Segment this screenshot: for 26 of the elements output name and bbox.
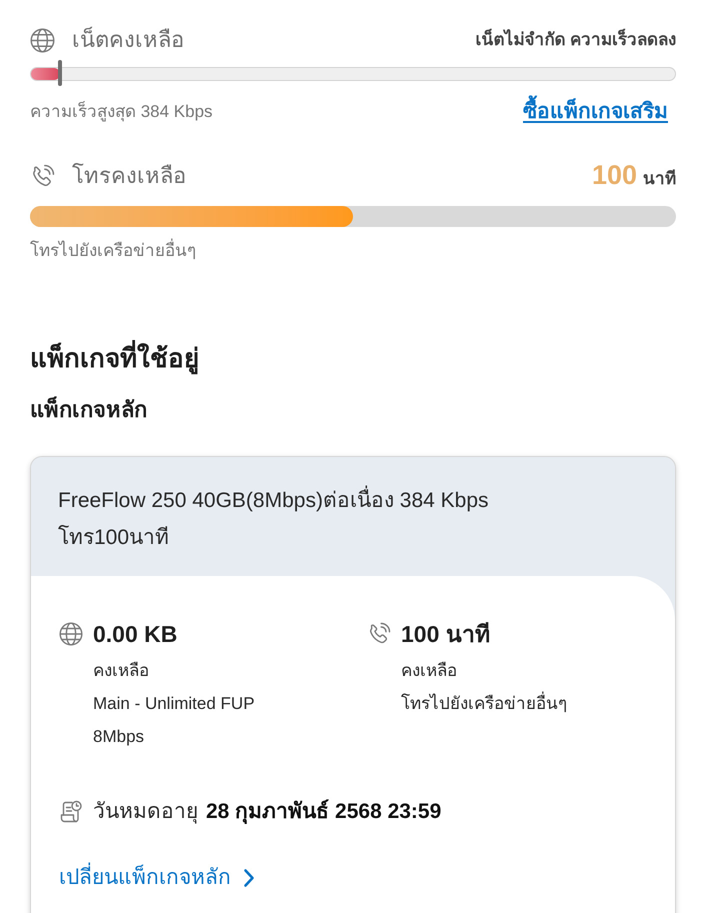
balance-caption: คงเหลือ bbox=[401, 660, 457, 682]
document-clock-icon bbox=[59, 800, 83, 824]
status-text: เน็ตไม่จำกัด ความเร็วลดลง bbox=[475, 28, 676, 52]
subsection-title: แพ็กเกจหลัก bbox=[30, 395, 147, 424]
unit-label: นาที bbox=[643, 168, 676, 190]
balance-caption: คงเหลือ bbox=[93, 660, 149, 682]
globe-icon bbox=[30, 28, 55, 52]
change-package-link[interactable]: เปลี่ยนแพ็กเกจหลัก bbox=[59, 863, 255, 893]
phone-icon bbox=[367, 622, 391, 646]
expiry-label: วันหมดอายุ bbox=[93, 799, 198, 826]
section-title: แพ็กเกจที่ใช้อยู่ bbox=[30, 340, 199, 376]
package-name: FreeFlow 250 40GB(8Mbps)ต่อเนื่อง 384 Kbps โทร100นาที bbox=[58, 482, 598, 556]
globe-icon bbox=[59, 622, 83, 646]
chevron-right-icon bbox=[243, 868, 255, 888]
phone-icon bbox=[30, 164, 55, 188]
balance-amount: 0.00 KB bbox=[93, 620, 178, 649]
balance-amount: 100 นาที bbox=[401, 620, 490, 649]
note-text: ความเร็วสูงสุด 384 Kbps bbox=[30, 100, 213, 124]
expiry-date: 28 กุมภาพันธ์ 2568 23:59 bbox=[206, 798, 442, 826]
remaining-label: เน็ตคงเหลือ bbox=[72, 26, 184, 54]
remaining-amount: 100 bbox=[592, 160, 637, 189]
balance-detail: โทรไปยังเครือข่ายอื่นๆ bbox=[401, 687, 567, 720]
buy-addon-link[interactable]: ซื้อแพ็กเกจเสริม bbox=[523, 96, 668, 128]
remaining-label: โทรคงเหลือ bbox=[72, 162, 186, 190]
note-text: โทรไปยังเครือข่ายอื่นๆ bbox=[30, 239, 196, 263]
balance-detail: Main - Unlimited FUP 8Mbps bbox=[93, 693, 256, 748]
